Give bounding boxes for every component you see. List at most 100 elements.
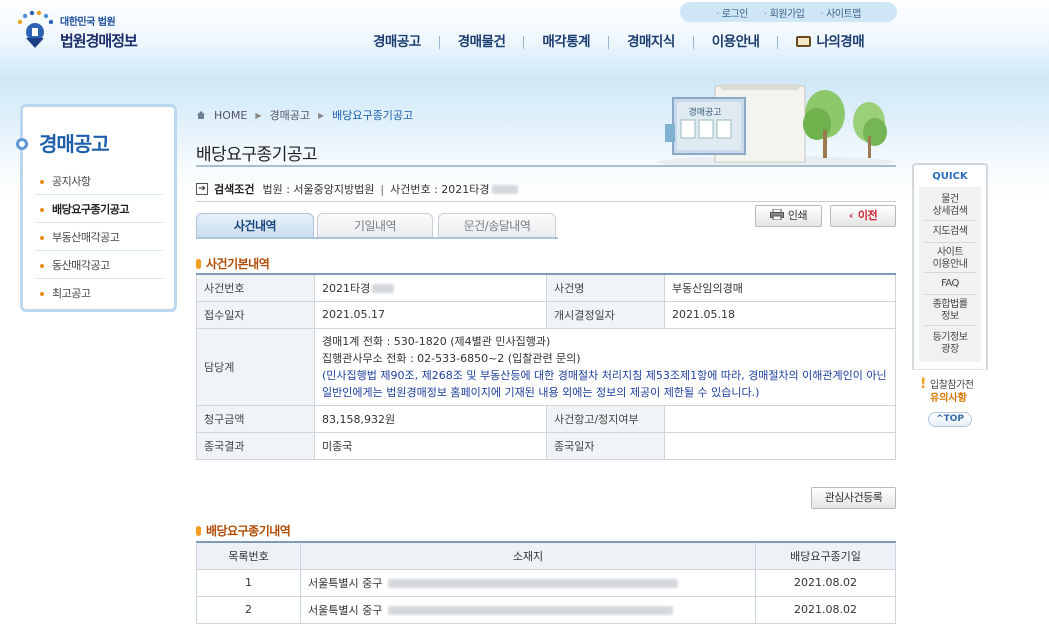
breadcrumb: HOME ▶ 경매공고 ▶ 배당요구종기공고	[196, 107, 413, 123]
home-icon	[197, 111, 205, 119]
receipt-date-label: 접수일자	[196, 300, 315, 329]
gnb-sale-statistics[interactable]: 매각통계	[523, 35, 608, 49]
end-result-value: 미종국	[314, 431, 547, 460]
court-logo[interactable]: 대한민국 법원 법원경매정보	[14, 10, 174, 54]
prev-button[interactable]: ‹ 이전	[830, 205, 896, 227]
case-no-value: 2021타경	[322, 281, 371, 295]
logo-line1: 대한민국 법원	[60, 17, 116, 28]
breadcrumb-separator-icon: ▶	[318, 110, 325, 120]
tab-documents[interactable]: 문건/송달내역	[438, 213, 556, 238]
quick-item-detail-search-label: 물건 상세검색	[932, 194, 968, 217]
department-line1: 경매1계 전화 : 530-1820 (제4별관 민사집행과)	[322, 334, 551, 348]
quick-separator	[924, 272, 976, 273]
main-navigation: 경매공고 경매물건 매각통계 경매지식 이용안내 나의경매	[355, 31, 900, 53]
left-menu-item-movable-sale[interactable]: 동산매각공고	[35, 252, 163, 279]
gnb-usage-guide[interactable]: 이용안내	[692, 35, 778, 49]
sitemap-link[interactable]: 사이트맵	[820, 5, 861, 20]
claim-amount-value: 83,158,932원	[314, 404, 547, 433]
redacted-text	[372, 283, 395, 293]
signup-link[interactable]: 회원가입	[764, 5, 805, 20]
table-row: 1 서울특별시 중구 2021.08.02	[196, 568, 896, 597]
left-menu-title: 경매공고	[39, 132, 110, 156]
case-name-value: 부동산임의경매	[664, 273, 896, 302]
claim-amount-label: 청구금액	[196, 404, 315, 433]
section-dividend-list-title: 배당요구종기내역	[206, 524, 291, 538]
quick-separator	[924, 325, 976, 326]
row2-location[interactable]: 서울특별시 중구	[300, 595, 756, 624]
title-divider	[196, 165, 896, 167]
end-date-value	[664, 431, 896, 460]
col-list-no: 목록번호	[196, 541, 301, 570]
scroll-top-label: TOP	[943, 414, 964, 424]
left-menu-item-real-estate-sale[interactable]: 부동산매각공고	[35, 224, 163, 251]
gnb-auction-items[interactable]: 경매물건	[438, 35, 524, 49]
tab-schedule[interactable]: 기일내역	[317, 213, 433, 238]
court-emblem-icon	[17, 10, 54, 48]
start-date-label: 개시결정일자	[546, 300, 665, 329]
print-button-label: 인쇄	[787, 209, 808, 222]
tab-underline	[196, 237, 558, 239]
tab-case-details[interactable]: 사건내역	[196, 213, 314, 238]
arrow-box-icon: ➔	[196, 183, 208, 195]
case-name-label: 사건명	[546, 273, 665, 302]
department-label: 담당계	[196, 327, 315, 406]
left-menu-item-notice[interactable]: 공지사항	[35, 168, 163, 195]
table-header-row: 목록번호 소재지 배당요구종기일	[196, 541, 896, 570]
row1-location[interactable]: 서울특별시 중구	[300, 568, 756, 597]
section-bullet-icon	[196, 258, 201, 269]
breadcrumb-home[interactable]: HOME	[214, 109, 247, 122]
menu-dot-icon	[16, 138, 28, 150]
print-button[interactable]: 인쇄	[755, 205, 822, 227]
breadcrumb-auction-notice[interactable]: 경매공고	[270, 107, 310, 123]
quick-menu-title: QUICK	[932, 171, 968, 182]
bidding-notice-link[interactable]: ! 입찰참가전 유의사항	[912, 369, 988, 407]
illustration-sign-text: 경매공고	[688, 106, 721, 118]
case-info-table: 사건번호 2021타경 사건명 부동산임의경매 접수일자 2021.05.17 …	[196, 273, 896, 460]
breadcrumb-separator-icon: ▶	[255, 110, 262, 120]
dividend-list-table: 목록번호 소재지 배당요구종기일 1 서울특별시 중구 2021.08.02 2…	[196, 541, 896, 624]
left-menu-item-dividend-notice[interactable]: 배당요구종기공고	[35, 196, 163, 223]
end-date-label: 종국일자	[546, 431, 665, 460]
row1-deadline: 2021.08.02	[755, 568, 896, 597]
search-condition: ➔ 검색조건 법원 : 서울중앙지방법원 | 사건번호 : 2021타경	[196, 180, 896, 198]
utility-bar: 로그인 회원가입 사이트맵	[680, 2, 897, 22]
prev-button-label: 이전	[857, 209, 878, 222]
redacted-text	[491, 184, 518, 194]
condition-divider	[196, 201, 896, 202]
caret-up-icon: ^	[936, 414, 944, 424]
login-link[interactable]: 로그인	[716, 5, 749, 20]
quick-item-site-guide[interactable]: 사이트 이용안내	[919, 247, 981, 271]
redacted-text	[388, 605, 674, 615]
table-row: 담당계 경매1계 전화 : 530-1820 (제4별관 민사집행과) 집행관사…	[196, 327, 896, 406]
register-interest-button[interactable]: 관심사건등록	[811, 487, 896, 509]
row2-deadline: 2021.08.02	[755, 595, 896, 624]
gnb-my-auction[interactable]: 나의경매	[777, 35, 882, 49]
case-no-cell: 2021타경	[314, 273, 547, 302]
table-row: 접수일자 2021.05.17 개시결정일자 2021.05.18	[196, 300, 896, 329]
quick-item-map-search[interactable]: 지도검색	[919, 226, 981, 238]
chevron-left-icon: ‹	[848, 209, 854, 222]
search-condition-case: 사건번호 : 2021타경	[390, 183, 490, 196]
col-location: 소재지	[300, 541, 756, 570]
search-condition-court: 법원 : 서울중앙지방법원	[262, 183, 375, 196]
table-row: 2 서울특별시 중구 2021.08.02	[196, 595, 896, 624]
section-dividend-list: 배당요구종기내역	[196, 522, 291, 539]
quick-separator	[924, 294, 976, 295]
case-no-label: 사건번호	[196, 273, 315, 302]
receipt-date-value: 2021.05.17	[314, 300, 547, 329]
quick-separator	[924, 242, 976, 243]
gnb-auction-notice[interactable]: 경매공고	[355, 35, 439, 49]
auction-board-illustration: 경매공고	[657, 84, 893, 166]
quick-item-faq[interactable]: FAQ	[919, 278, 981, 290]
condition-separator: |	[380, 182, 385, 196]
gnb-auction-knowledge[interactable]: 경매지식	[608, 35, 693, 49]
appeal-value	[664, 404, 896, 433]
quick-item-registry[interactable]: 등기정보 광장	[919, 332, 981, 356]
scroll-top-button[interactable]: ^TOP	[928, 412, 972, 427]
printer-icon	[769, 208, 784, 221]
quick-item-legal-info[interactable]: 종합법률 정보	[919, 299, 981, 323]
left-menu-item-final-notice[interactable]: 최고공고	[35, 280, 163, 307]
table-row: 종국결과 미종국 종국일자	[196, 431, 896, 460]
quick-item-detail-search[interactable]: 물건 상세검색	[919, 194, 981, 218]
quick-item-legal-info-label: 종합법률 정보	[932, 299, 968, 322]
